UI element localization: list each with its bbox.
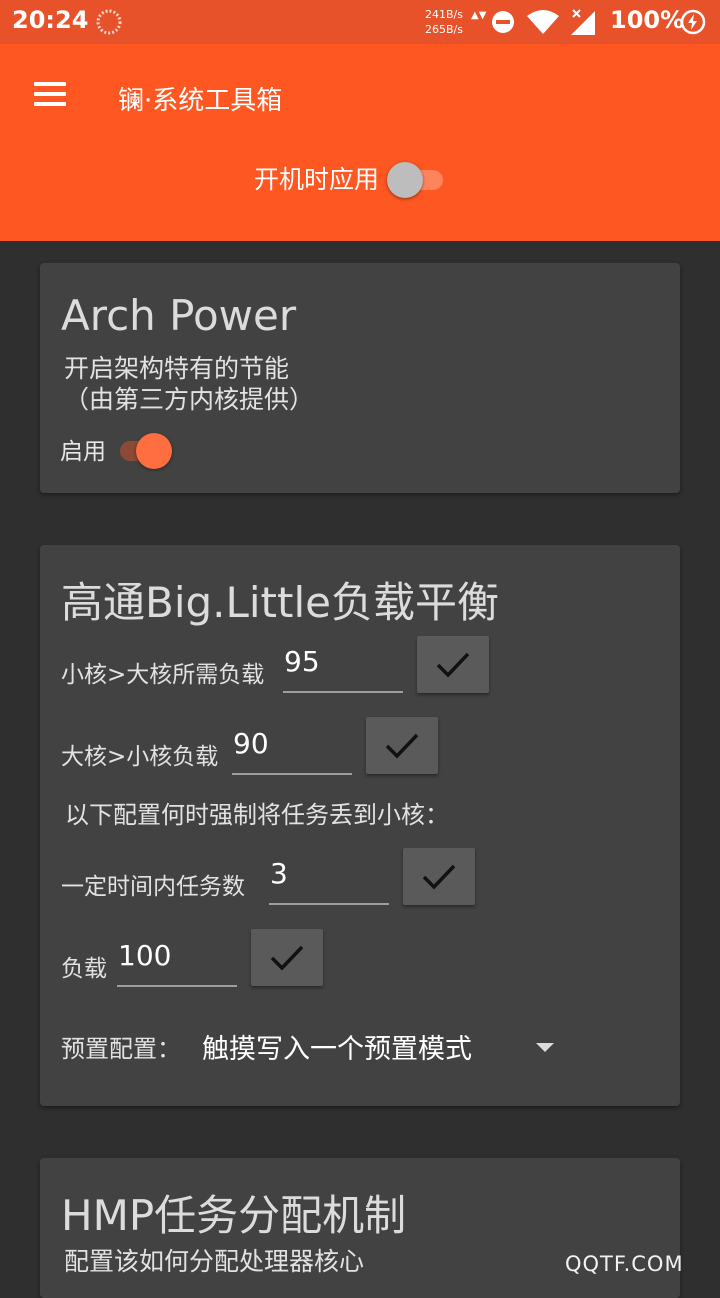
task-count-input[interactable]: 3 (269, 847, 389, 905)
down-threshold-label: 大核>小核负载 (61, 744, 219, 770)
boot-apply-label: 开机时应用 (254, 165, 380, 194)
hmp-description: 配置该如何分配处理器核心 (64, 1247, 365, 1276)
app-bar: 镧·系统工具箱 开机时应用 (0, 44, 720, 241)
check-icon (385, 733, 419, 759)
load-value: 100 (118, 939, 172, 972)
dropdown-arrow-icon (536, 1043, 554, 1052)
arch-power-title: Arch Power (61, 291, 297, 340)
big-little-card: 高通Big.Little负载平衡 小核>大核所需负载 95 大核>小核负载 90… (40, 545, 680, 1106)
battery-percent: 100% (610, 6, 685, 34)
signal-icon (571, 9, 595, 35)
load-input[interactable]: 100 (117, 929, 237, 987)
boot-apply-row: 开机时应用 (254, 158, 447, 198)
arch-power-description: 开启架构特有的节能 （由第三方内核提供） (64, 354, 315, 414)
up-threshold-apply-button[interactable] (417, 636, 489, 693)
arch-power-enable-label: 启用 (60, 439, 106, 465)
down-threshold-value: 90 (233, 727, 269, 760)
menu-button[interactable] (28, 76, 72, 116)
check-icon (422, 864, 456, 890)
preset-selected-value: 触摸写入一个预置模式 (202, 1034, 472, 1065)
network-upload-speed: 241B/s (425, 8, 463, 21)
dnd-icon (492, 11, 514, 33)
preset-dropdown[interactable]: 触摸写入一个预置模式 (200, 1021, 560, 1069)
up-threshold-input[interactable]: 95 (283, 635, 403, 693)
load-apply-button[interactable] (251, 929, 323, 986)
check-icon (436, 652, 470, 678)
up-threshold-label: 小核>大核所需负载 (61, 662, 265, 688)
app-title: 镧·系统工具箱 (118, 86, 283, 116)
force-little-note: 以下配置何时强制将任务丢到小核： (65, 801, 449, 829)
hmp-card: HMP任务分配机制 配置该如何分配处理器核心 (40, 1158, 680, 1298)
preset-label: 预置配置： (61, 1035, 181, 1063)
wifi-icon (527, 10, 559, 34)
arch-power-card: Arch Power 开启架构特有的节能 （由第三方内核提供） 启用 (40, 263, 680, 493)
switch-thumb (387, 162, 424, 198)
down-threshold-apply-button[interactable] (366, 717, 438, 774)
arch-power-switch[interactable] (114, 429, 174, 469)
arch-power-enable-row: 启用 (60, 429, 174, 469)
network-download-speed: 265B/s (425, 23, 463, 36)
task-count-label: 一定时间内任务数 (61, 874, 245, 900)
status-bar: 20:24 241B/s 265B/s ▲▼ 100% (0, 0, 720, 44)
network-arrows-icon: ▲▼ (471, 10, 487, 21)
hmp-title: HMP任务分配机制 (61, 1191, 407, 1240)
switch-thumb (136, 433, 172, 469)
boot-apply-switch[interactable] (387, 158, 447, 198)
status-time: 20:24 (12, 6, 89, 34)
big-little-title: 高通Big.Little负载平衡 (61, 578, 500, 627)
up-threshold-value: 95 (284, 645, 320, 678)
check-icon (270, 945, 304, 971)
menu-icon-bar (34, 82, 66, 86)
notification-icon (96, 9, 122, 35)
load-label: 负载 (61, 956, 107, 982)
menu-icon-bar (34, 102, 66, 106)
task-count-value: 3 (270, 857, 288, 890)
down-threshold-input[interactable]: 90 (232, 717, 352, 775)
menu-icon-bar (34, 92, 66, 96)
watermark: QQTF.COM (565, 1252, 684, 1276)
charging-icon (680, 9, 706, 35)
task-count-apply-button[interactable] (403, 848, 475, 905)
network-speed: 241B/s 265B/s (425, 7, 463, 37)
